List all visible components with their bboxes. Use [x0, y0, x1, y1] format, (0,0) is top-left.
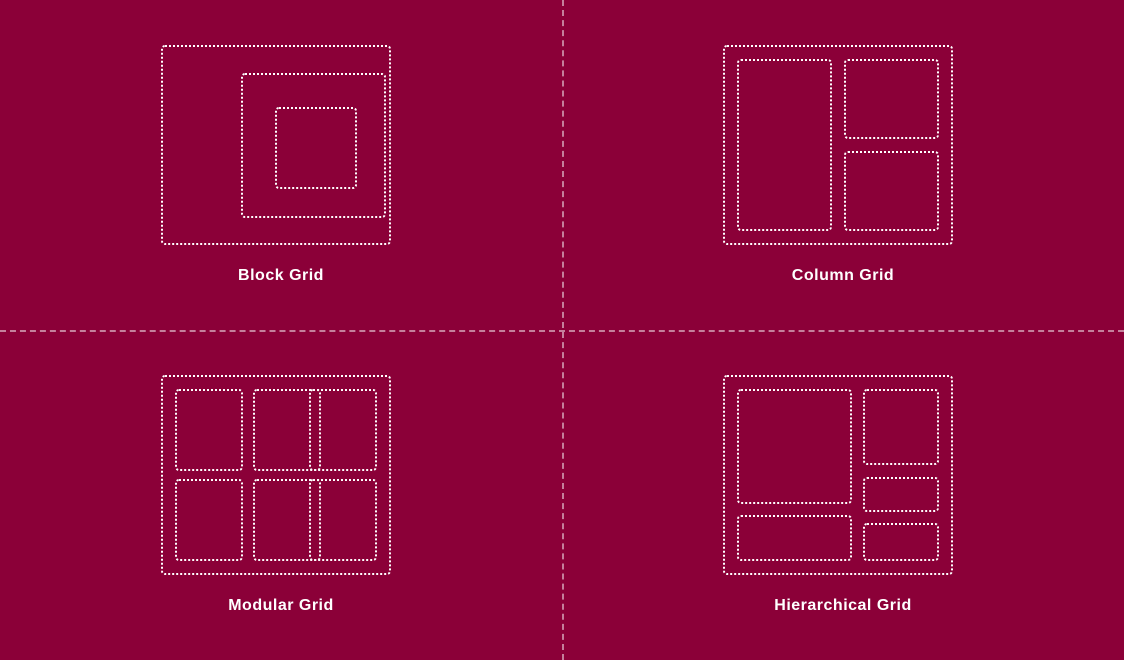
mod-r1c1 — [175, 389, 243, 471]
hierarchical-grid-label: Hierarchical Grid — [774, 597, 911, 615]
hier-big — [737, 389, 852, 504]
column-grid-diagram — [723, 45, 963, 255]
block-grid-label: Block Grid — [238, 267, 324, 285]
modular-grid-quadrant: Modular Grid — [0, 330, 562, 660]
mod-r1c3 — [309, 389, 377, 471]
hierarchical-grid-diagram — [723, 375, 963, 585]
modular-grid-diagram — [161, 375, 401, 585]
hier-bottom-right-2 — [863, 523, 939, 561]
col-right-top — [844, 59, 939, 139]
hierarchical-grid-quadrant: Hierarchical Grid — [562, 330, 1124, 660]
hier-bottom-left — [737, 515, 852, 561]
column-grid-quadrant: Column Grid — [562, 0, 1124, 330]
column-grid-label: Column Grid — [792, 267, 894, 285]
mod-r2c1 — [175, 479, 243, 561]
modular-grid-label: Modular Grid — [228, 597, 334, 615]
block-grid-quadrant: Block Grid — [0, 0, 562, 330]
main-container: Block Grid Column Grid Modular Grid — [0, 0, 1124, 660]
hier-bottom-right-1 — [863, 477, 939, 512]
col-left — [737, 59, 832, 231]
horizontal-divider — [0, 330, 1124, 332]
col-right-bottom — [844, 151, 939, 231]
block-grid-diagram — [161, 45, 401, 255]
block-inner — [275, 107, 357, 189]
hier-top-right — [863, 389, 939, 465]
mod-r2c3 — [309, 479, 377, 561]
